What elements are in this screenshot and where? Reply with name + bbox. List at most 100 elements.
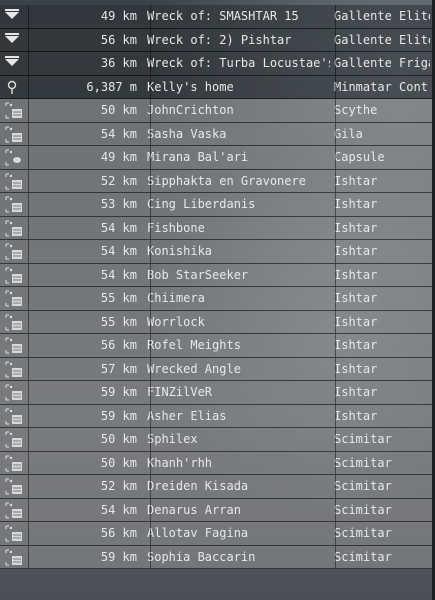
overview-row[interactable]: 55 km Worrlock Ishtar: [0, 310, 432, 334]
column-separator: [28, 193, 29, 216]
distance-cell: 36 km: [100, 56, 137, 71]
name-cell: Khanh'rhh: [147, 455, 213, 470]
column-separator: [28, 357, 29, 380]
wreck-icon-shape: [5, 56, 19, 66]
type-cell: Gallente Frigat: [334, 56, 430, 71]
overview-row[interactable]: 49 km Mirana Bal'ari Capsule: [0, 146, 432, 170]
overview-window: 49 km Wreck of: SMASHTAR 15 Gallente Elite…: [0, 0, 435, 600]
distance-cell: 59 km: [100, 549, 137, 564]
distance-cell: 56 km: [100, 32, 137, 47]
type-cell: Scimitar: [334, 502, 392, 517]
distance-cell: 54 km: [100, 502, 137, 517]
wreck-icon-shape: [5, 9, 19, 19]
column-separator: [335, 334, 336, 357]
distance-cell: 49 km: [100, 150, 137, 165]
column-separator: [28, 404, 29, 427]
ship-icon: [0, 170, 28, 193]
distance-cell: 6,387 m: [86, 79, 137, 94]
name-cell: Sophia Baccarin: [147, 549, 256, 564]
column-separator: [335, 263, 336, 286]
overview-row[interactable]: 52 km Dreiden Kisada Scimitar: [0, 475, 432, 499]
name-cell: Wrecked Angle: [147, 361, 241, 376]
column-separator: [150, 169, 151, 192]
distance-cell: 50 km: [100, 455, 137, 470]
name-cell: Sipphakta en Gravonere: [147, 173, 306, 188]
distance-cell: 50 km: [100, 432, 137, 447]
ship-icon: [0, 358, 28, 381]
ship-icon: [0, 475, 28, 498]
column-separator: [28, 216, 29, 239]
distance-cell: 59 km: [100, 408, 137, 423]
overview-row[interactable]: 56 km Rofel Meights Ishtar: [0, 334, 432, 358]
distance-cell: 50 km: [100, 103, 137, 118]
name-cell: Denarus Arran: [147, 502, 241, 517]
overview-row[interactable]: 52 km Sipphakta en Gravonere Ishtar: [0, 169, 432, 193]
column-separator: [335, 381, 336, 404]
ship-icon: [0, 193, 28, 216]
column-separator: [335, 475, 336, 498]
column-separator: [28, 240, 29, 263]
type-cell: Ishtar: [334, 291, 378, 306]
distance-cell: 59 km: [100, 385, 137, 400]
overview-row[interactable]: 36 km Wreck of: Turba Locustae's Gallente …: [0, 52, 432, 76]
overview-row[interactable]: 54 km Konishika Ishtar: [0, 240, 432, 264]
overview-row[interactable]: 50 km Sphilex Scimitar: [0, 428, 432, 452]
column-separator: [150, 52, 151, 75]
overview-row[interactable]: 56 km Allotav Fagina Scimitar: [0, 522, 432, 546]
ship-icon: [0, 123, 28, 146]
overview-row[interactable]: 56 km Wreck of: 2) Pishtar Gallente Elite: [0, 28, 432, 52]
column-separator: [335, 545, 336, 568]
overview-row[interactable]: 59 km Sophia Baccarin Scimitar: [0, 545, 432, 569]
column-separator: [28, 99, 29, 122]
name-cell: Asher Elias: [147, 408, 227, 423]
name-cell: Allotav Fagina: [147, 526, 249, 541]
overview-row[interactable]: 59 km FINZilVeR Ishtar: [0, 381, 432, 405]
column-separator: [335, 52, 336, 75]
column-separator: [28, 5, 29, 28]
overview-row[interactable]: 54 km Fishbone Ishtar: [0, 216, 432, 240]
column-separator: [150, 287, 151, 310]
distance-cell: 54 km: [100, 244, 137, 259]
column-separator: [28, 310, 29, 333]
type-cell: Ishtar: [334, 338, 378, 353]
overview-row[interactable]: 54 km Bob StarSeeker Ishtar: [0, 263, 432, 287]
overview-row[interactable]: 54 km Sasha Vaska Gila: [0, 122, 432, 146]
ship-icon: [0, 499, 28, 522]
column-separator: [335, 169, 336, 192]
column-separator: [28, 498, 29, 521]
column-separator: [28, 381, 29, 404]
overview-row[interactable]: 55 km Chiimera Ishtar: [0, 287, 432, 311]
name-cell: Cing Liberdanis: [147, 197, 256, 212]
column-separator: [335, 451, 336, 474]
overview-row[interactable]: 54 km Denarus Arran Scimitar: [0, 498, 432, 522]
distance-cell: 54 km: [100, 267, 137, 282]
column-separator: [150, 216, 151, 239]
wreck-icon-shape: [5, 32, 19, 43]
distance-cell: 56 km: [100, 526, 137, 541]
column-separator: [150, 498, 151, 521]
overview-row[interactable]: 59 km Asher Elias Ishtar: [0, 404, 432, 428]
overview-row[interactable]: 49 km Wreck of: SMASHTAR 15 Gallente Elite: [0, 5, 432, 29]
column-separator: [150, 122, 151, 145]
overview-row[interactable]: 50 km Khanh'rhh Scimitar: [0, 451, 432, 475]
column-separator: [335, 99, 336, 122]
column-separator: [28, 475, 29, 498]
overview-row[interactable]: 53 km Cing Liberdanis Ishtar: [0, 193, 432, 217]
ship-icon: [0, 311, 28, 334]
overview-row[interactable]: 50 km JohnCrichton Scythe: [0, 99, 432, 123]
column-separator: [150, 263, 151, 286]
column-separator: [150, 99, 151, 122]
type-cell: Scimitar: [334, 455, 392, 470]
ship-icon: [0, 217, 28, 240]
ship-icon: [0, 546, 28, 569]
name-cell: Wreck of: SMASHTAR 15: [147, 9, 299, 24]
wreck-icon: [0, 52, 28, 75]
column-separator: [150, 428, 151, 451]
column-separator: [335, 287, 336, 310]
overview-row[interactable]: 57 km Wrecked Angle Ishtar: [0, 357, 432, 381]
column-separator: [335, 216, 336, 239]
column-separator: [28, 545, 29, 568]
overview-row[interactable]: 6,387 m Kelly's home Minmatar Cont: [0, 75, 432, 99]
name-cell: Sasha Vaska: [147, 126, 227, 141]
type-cell: Ishtar: [334, 220, 378, 235]
